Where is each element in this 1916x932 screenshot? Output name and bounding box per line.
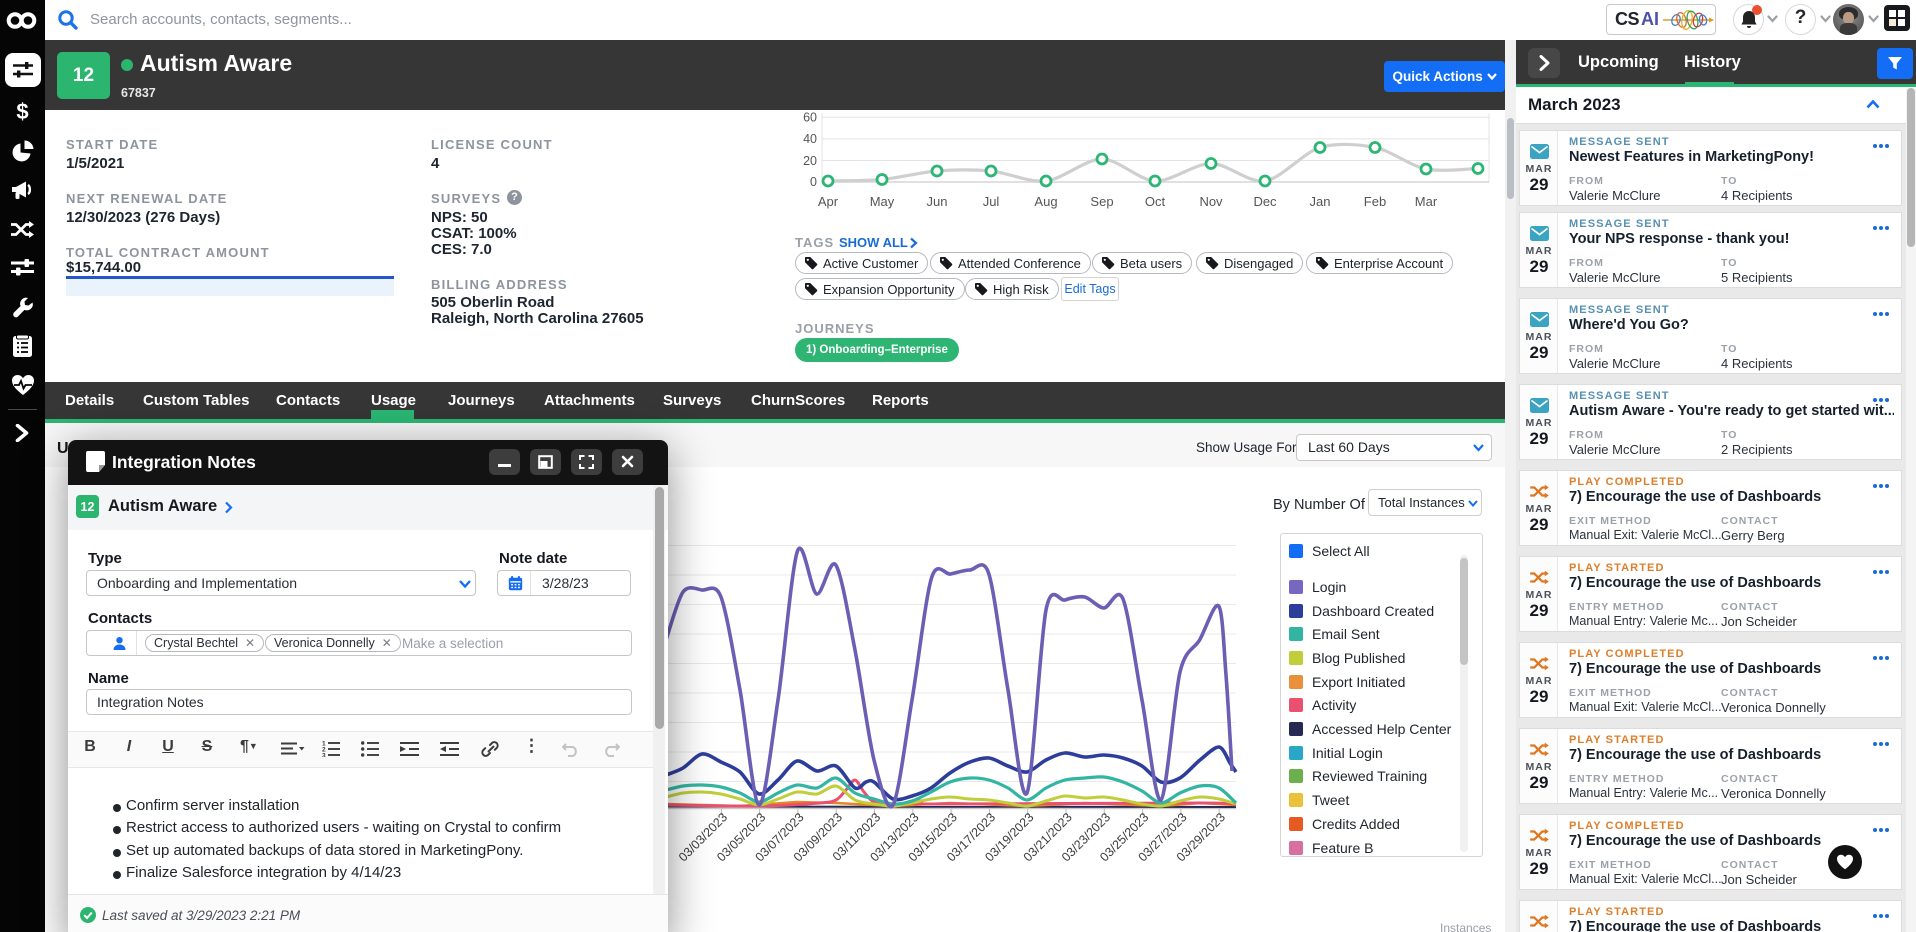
- svg-text:Apr: Apr: [818, 194, 839, 209]
- svg-text:20: 20: [803, 154, 817, 168]
- svg-text:Mar: Mar: [1415, 194, 1438, 209]
- svg-text:Feb: Feb: [1364, 194, 1386, 209]
- svg-text:Oct: Oct: [1145, 194, 1166, 209]
- svg-text:Nov: Nov: [1199, 194, 1223, 209]
- svg-text:3: 3: [322, 753, 326, 758]
- svg-text:Jul: Jul: [983, 194, 1000, 209]
- svg-text:Aug: Aug: [1034, 194, 1057, 209]
- svg-text:Sep: Sep: [1090, 194, 1113, 209]
- svg-text:Jan: Jan: [1310, 194, 1331, 209]
- svg-text:0: 0: [810, 175, 817, 189]
- svg-text:60: 60: [803, 111, 817, 125]
- svg-text:40: 40: [803, 132, 817, 146]
- svg-text:Jun: Jun: [927, 194, 948, 209]
- svg-text:Dec: Dec: [1253, 194, 1277, 209]
- svg-text:May: May: [870, 194, 895, 209]
